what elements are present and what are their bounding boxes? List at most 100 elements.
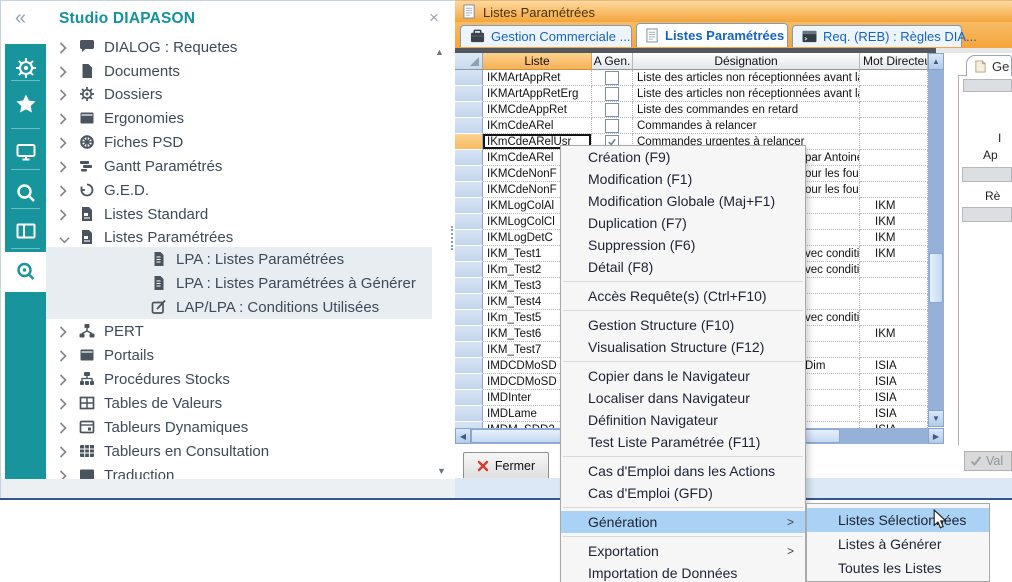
tab-gestion-commerciale[interactable]: Gestion Commerciale ... [460,25,632,47]
cell-a-gen[interactable] [592,86,633,102]
tree-scroll-down-icon[interactable]: ▼ [437,466,446,476]
row-header[interactable] [455,182,483,198]
row-header[interactable] [455,342,483,358]
row-header[interactable] [455,230,483,246]
cell-mot-directeur[interactable]: IKM [860,198,928,214]
tree-item-lap-lpa-conditions-utilis-es[interactable]: LAP/LPA : Conditions Utilisées [46,295,379,319]
cell-mot-directeur[interactable] [860,262,928,278]
chevron-right-icon[interactable] [59,349,69,361]
row-header[interactable] [455,326,483,342]
cell-designation[interactable]: Liste des articles non réceptionnées ava… [633,86,860,102]
table-row[interactable]: IKMArtAppRetListe des articles non récep… [455,70,928,86]
chevron-right-icon[interactable] [59,88,69,100]
row-header[interactable] [455,310,483,326]
checkbox[interactable] [605,71,619,85]
row-header[interactable] [455,262,483,278]
cell-mot-directeur[interactable] [860,310,928,326]
tree-scroll-up-icon[interactable]: ▲ [435,47,444,57]
cell-a-gen[interactable] [592,70,633,86]
cell-mot-directeur[interactable] [860,166,928,182]
table-row[interactable]: IKMCdeAppRetListe des commandes en retar… [455,102,928,118]
tree-item-dossiers[interactable]: Dossiers [46,82,162,106]
chevron-down-icon[interactable] [59,231,69,243]
menu-item-gestion-structure-f10[interactable]: Gestion Structure (F10) [561,314,805,336]
menu-item-g-n-ration[interactable]: Génération> [561,511,805,533]
row-header[interactable] [455,374,483,390]
chevron-right-icon[interactable] [59,208,69,220]
chevron-right-icon[interactable] [59,184,69,196]
row-header[interactable] [455,134,483,150]
cell-mot-directeur[interactable] [860,182,928,198]
chevron-right-icon[interactable] [59,397,69,409]
cell-mot-directeur[interactable]: IKM [860,246,928,262]
cell-mot-directeur[interactable] [860,150,928,166]
sidebar-gear-button[interactable] [5,48,46,88]
menu-item-exportation[interactable]: Exportation> [561,540,805,562]
cell-mot-directeur[interactable]: ISIA [860,406,928,422]
menu-item-modification-globale-maj-f1[interactable]: Modification Globale (Maj+F1) [561,190,805,212]
fermer-button[interactable]: Fermer [463,452,549,480]
column-header-mot-directeur[interactable]: Mot Directeur [860,53,928,70]
tree-item-tables-de-valeurs[interactable]: Tables de Valeurs [46,391,222,415]
chevron-right-icon[interactable] [59,41,69,53]
column-header-liste[interactable]: Liste [483,53,592,70]
cell-liste[interactable]: IKMArtAppRetErg [483,86,592,102]
cell-liste[interactable]: IKMCdeAppRet [483,102,592,118]
chevron-right-icon[interactable] [59,421,69,433]
validate-button[interactable]: Val [964,451,1012,471]
detail-field-1[interactable] [963,79,1012,92]
table-row[interactable]: IKMArtAppRetErg Liste des articles non ré… [455,86,928,102]
sidebar-star-button[interactable] [5,84,46,124]
menu-item-cas-d-emploi-dans-les-actions[interactable]: Cas d'Emploi dans les Actions [561,460,805,482]
tree-item-fiches-psd[interactable]: Fiches PSD [46,130,183,154]
tree-item-proc-dures-stocks[interactable]: Procédures Stocks [46,367,230,391]
tree-item-lpa-listes-param-tr-es-g-n-rer[interactable]: LPA : Listes Paramétrées à Générer [46,271,416,295]
tree-item-g-e-d[interactable]: G.E.D. [46,178,149,202]
menu-item-d-tail-f8[interactable]: Détail (F8) [561,256,805,278]
menu-item-cr-ation-f9[interactable]: Création (F9) [561,146,805,168]
row-header[interactable] [455,70,483,86]
table-row[interactable]: IKmCdeARelCommandes à relancer [455,118,928,134]
cell-mot-directeur[interactable]: IKM [860,214,928,230]
menu-item-modification-f1[interactable]: Modification (F1) [561,168,805,190]
menu-item-cas-d-emploi-gfd[interactable]: Cas d'Emploi (GFD) [561,482,805,504]
menu-item-duplication-f7[interactable]: Duplication (F7) [561,212,805,234]
cell-mot-directeur[interactable]: ISIA [860,358,928,374]
row-header[interactable] [455,214,483,230]
cell-mot-directeur[interactable]: IKM [860,230,928,246]
tree-item-tableurs-dynamiques[interactable]: Tableurs Dynamiques [46,415,248,439]
cell-a-gen[interactable] [592,102,633,118]
chevron-right-icon[interactable] [59,373,69,385]
row-header[interactable] [455,294,483,310]
chevron-right-icon[interactable] [59,325,69,337]
tree-item-listes-standard[interactable]: Listes Standard [46,202,208,226]
cell-mot-directeur[interactable] [860,70,928,86]
tree-item-dialog-requetes[interactable]: DIALOG : Requetes [46,35,237,59]
chevron-right-icon[interactable] [59,160,69,172]
row-header[interactable] [455,390,483,406]
row-header[interactable] [455,86,483,102]
tab-listes-param-tr-es[interactable]: Listes Paramétrées [636,23,788,47]
select-all-corner[interactable] [455,53,483,70]
tree-item-traduction[interactable]: Traduction [46,463,174,479]
sidebar-search-button[interactable] [5,173,46,213]
tree-item-portails[interactable]: Portails [46,343,154,367]
scroll-up-button[interactable]: ▲ [928,53,944,70]
row-header[interactable] [455,150,483,166]
tree-item-lpa-listes-param-tr-es[interactable]: LPA : Listes Paramétrées [46,247,344,271]
sidebar-location-search-button[interactable] [5,252,46,292]
submenu-item-listes-g-n-rer[interactable]: Listes à Générer [807,532,989,556]
menu-item-localiser-dans-navigateur[interactable]: Localiser dans Navigateur [561,387,805,409]
cell-mot-directeur[interactable] [860,102,928,118]
menu-item-acc-s-requ-te-s-ctrl-f10[interactable]: Accès Requête(s) (Ctrl+F10) [561,285,805,307]
cell-mot-directeur[interactable]: IKM [860,326,928,342]
menu-item-test-liste-param-tr-e-f11[interactable]: Test Liste Paramétrée (F11) [561,431,805,453]
collapse-panel-button[interactable]: « [15,7,26,30]
submenu-item-listes-s-lectionn-es[interactable]: Listes Sélectionnées [807,508,989,532]
cell-mot-directeur[interactable] [860,294,928,310]
detail-panel-tab[interactable]: Ge [966,55,1012,76]
menu-item-visualisation-structure-f12[interactable]: Visualisation Structure (F12) [561,336,805,358]
cell-designation[interactable]: Liste des articles non réceptionnées ava… [633,70,860,86]
sidebar-monitor-button[interactable] [5,132,46,172]
chevron-right-icon[interactable] [59,469,69,479]
